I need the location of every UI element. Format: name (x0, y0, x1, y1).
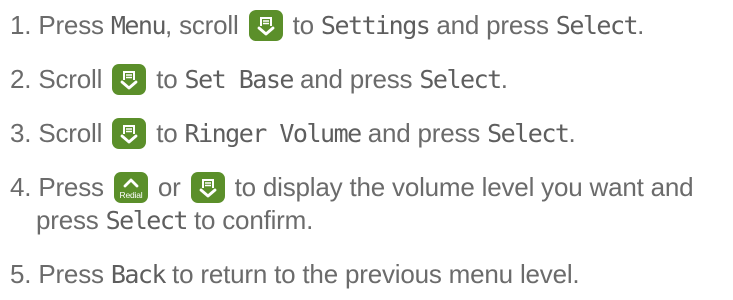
lcd-label-select: Select (419, 65, 502, 94)
step-number: 5. (10, 259, 32, 289)
lcd-label-menu: Menu (110, 11, 167, 40)
step-text: press (36, 205, 106, 235)
step-5: 5. Press Back to return to the previous … (10, 258, 580, 291)
step-text: . (637, 10, 645, 40)
lcd-label-set-base: Set Base (184, 65, 295, 94)
step-2: 2. Scroll to Set Base and press Select. (10, 63, 508, 96)
step-number: 4. (10, 172, 32, 202)
lcd-label-select: Select (487, 119, 570, 148)
step-text: Scroll (38, 64, 110, 94)
step-text: , scroll (165, 10, 246, 40)
redial-key-label: Redial (119, 190, 142, 200)
instruction-steps: 1. Press Menu, scroll to Settings and pr… (0, 0, 733, 300)
step-text: Scroll (38, 118, 110, 148)
redial-up-key-icon: Redial (113, 172, 148, 203)
step-text: to (149, 64, 185, 94)
step-text: Press (38, 10, 111, 40)
phonebook-down-key-icon (112, 64, 147, 95)
step-text: to confirm. (186, 205, 314, 235)
step-3: 3. Scroll to Ringer Volume and press Sel… (10, 117, 576, 150)
step-4-continuation: press Select to confirm. (10, 204, 693, 237)
lcd-label-select: Select (105, 206, 189, 235)
step-text: and press (292, 64, 420, 94)
step-1: 1. Press Menu, scroll to Settings and pr… (10, 9, 644, 42)
step-text: or (150, 172, 188, 202)
lcd-label-back: Back (110, 260, 167, 289)
phonebook-down-key-icon (112, 118, 147, 149)
step-number: 3. (10, 118, 32, 148)
step-text: and press (360, 118, 488, 148)
step-number: 2. (10, 64, 32, 94)
step-text: to display the volume level you want and (227, 172, 694, 202)
phonebook-down-key-icon (190, 172, 225, 203)
step-text: to return to the previous menu level. (165, 259, 580, 289)
step-text: . (500, 64, 508, 94)
step-number: 1. (10, 10, 32, 40)
step-text: Press (38, 172, 111, 202)
step-text: Press (38, 259, 111, 289)
phonebook-down-key-icon (248, 10, 283, 41)
step-text: to (149, 118, 185, 148)
lcd-label-ringer-volume: Ringer Volume (184, 119, 363, 148)
lcd-label-select: Select (555, 11, 639, 40)
step-text: . (568, 118, 576, 148)
step-text: and press (429, 10, 556, 40)
lcd-label-settings: Settings (320, 11, 431, 40)
step-text: to (285, 10, 321, 40)
step-4: 4. Press Redial or to display the volume… (10, 171, 694, 237)
